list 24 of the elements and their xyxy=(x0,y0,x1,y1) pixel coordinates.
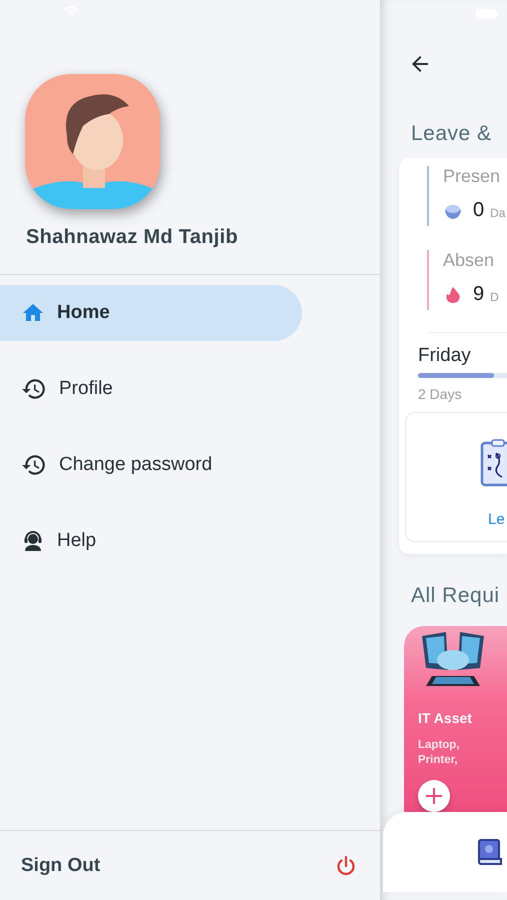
leave-link[interactable]: Le xyxy=(488,511,505,528)
menu-item[interactable]: Home xyxy=(0,285,302,341)
menu-item[interactable]: Change password xyxy=(0,437,302,493)
day-name: Friday xyxy=(418,345,472,367)
book-icon[interactable] xyxy=(475,837,505,867)
clipboard-icon xyxy=(480,439,507,487)
stat-count: 0 xyxy=(473,199,484,222)
stat-unit: Da xyxy=(490,206,506,220)
stat-count: 9 xyxy=(473,283,484,306)
user-name: Shahnawaz Md Tanjib xyxy=(26,226,238,249)
request-description: Laptop, Printer, xyxy=(418,738,461,768)
section-title: Leave & xyxy=(411,122,493,146)
stat-unit: D xyxy=(490,290,499,304)
request-title: IT Asset xyxy=(418,710,473,726)
section-title: All Requi xyxy=(411,584,501,608)
menu-item[interactable]: Help xyxy=(0,513,302,569)
menu-item[interactable]: Profile xyxy=(0,361,302,417)
stat-label: Absen xyxy=(443,250,496,271)
stat-label: Presen xyxy=(443,166,502,187)
plus-icon xyxy=(424,786,444,806)
day-caption: 2 Days xyxy=(418,386,463,402)
sign-out-link[interactable]: Sign Out xyxy=(21,854,100,876)
add-button[interactable] xyxy=(418,780,450,812)
leave-card[interactable]: Le xyxy=(405,412,507,542)
